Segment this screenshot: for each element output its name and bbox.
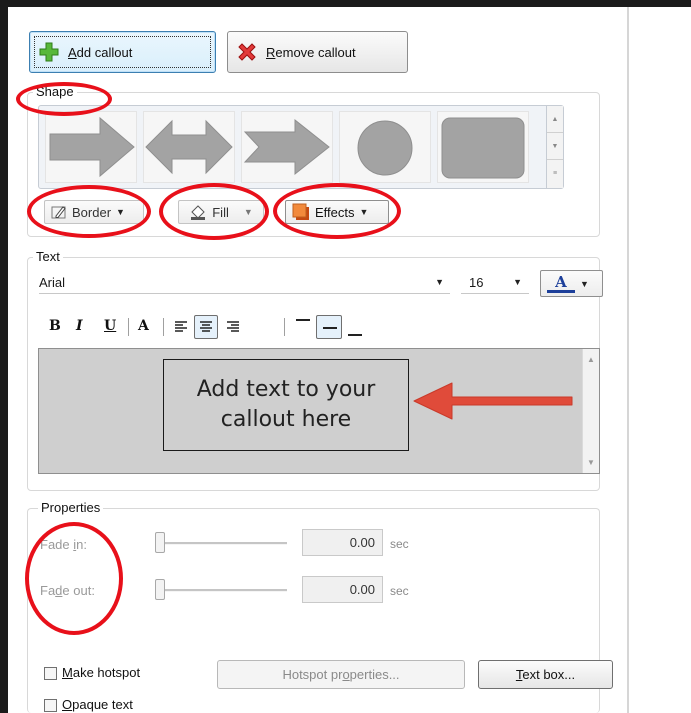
rounded-rectangle-shape-icon: [441, 117, 525, 179]
shape-tile-arrow-double[interactable]: [143, 111, 235, 183]
circle-shape-icon: [357, 120, 413, 176]
font-name-value: Arial: [39, 274, 66, 290]
border-dropdown[interactable]: Border ▼: [44, 200, 144, 224]
text-box-button[interactable]: Text box...: [478, 660, 613, 689]
opaque-text-checkbox[interactable]: [44, 699, 57, 712]
underline-button[interactable]: U: [104, 318, 116, 334]
remove-callout-label: Remove callout: [266, 44, 356, 60]
gallery-scroll-up-icon[interactable]: ▲: [547, 106, 563, 133]
arrow-right-shape-icon: [49, 116, 135, 178]
align-center-icon: [200, 321, 212, 332]
remove-callout-button[interactable]: Remove callout: [227, 31, 408, 73]
add-callout-button[interactable]: Add callout: [29, 31, 216, 73]
chevron-down-icon: ▼: [243, 207, 253, 217]
fade-out-value-input[interactable]: 0.00: [302, 576, 383, 603]
fade-in-value-input[interactable]: 0.00: [302, 529, 383, 556]
paint-bucket-icon: [191, 205, 206, 220]
window-frame-top: [0, 0, 691, 7]
bold-button[interactable]: B: [49, 318, 61, 334]
effects-dropdown[interactable]: Effects ▼: [285, 200, 389, 224]
font-color-icon: A: [547, 274, 575, 293]
hotspot-properties-label: Hotspot properties...: [282, 667, 400, 682]
fade-in-label: Fade in:: [40, 537, 87, 552]
font-name-select[interactable]: Arial ▼: [39, 271, 450, 294]
shape-group-title: Shape: [33, 84, 77, 99]
chevron-down-icon: ▼: [435, 277, 444, 287]
make-hotspot-label[interactable]: Make hotspot: [62, 665, 140, 680]
chevron-down-icon: ▼: [513, 277, 522, 287]
gallery-scrollbar[interactable]: ▲ ▼ ≡: [546, 106, 563, 188]
pencil-border-icon: [51, 206, 66, 219]
shape-gallery[interactable]: ▲ ▼ ≡: [38, 105, 564, 189]
double-arrow-shape-icon: [145, 119, 233, 175]
font-size-select[interactable]: 16 ▼: [461, 271, 529, 294]
properties-group-title: Properties: [38, 500, 104, 515]
text-box-label: Text box...: [515, 667, 576, 682]
fade-out-label: Fade out:: [40, 583, 95, 598]
chevron-down-icon: ▼: [116, 207, 125, 217]
toolbar-separator: [284, 318, 285, 336]
chevron-down-icon: ▼: [359, 207, 369, 217]
align-center-button[interactable]: [194, 315, 218, 339]
gallery-scroll-down-icon[interactable]: ▼: [547, 133, 563, 160]
x-delete-icon: [238, 43, 256, 61]
border-label: Border: [72, 204, 112, 220]
toolbar-separator: [163, 318, 164, 336]
scroll-up-icon[interactable]: ▲: [583, 355, 599, 364]
fade-out-unit: sec: [390, 584, 409, 598]
panel-right-edge: [627, 7, 629, 713]
callout-text-preview[interactable]: Add text to your callout here: [163, 359, 409, 451]
window-frame-left: [0, 0, 8, 713]
align-left-icon[interactable]: [174, 320, 188, 334]
chevron-down-icon: ▼: [580, 278, 589, 289]
fade-in-slider-track[interactable]: [165, 542, 287, 545]
annotation-arrow: [413, 382, 573, 420]
scroll-down-icon[interactable]: ▼: [583, 458, 599, 467]
fade-out-slider-thumb[interactable]: [155, 579, 165, 600]
text-color-button[interactable]: A: [138, 318, 149, 334]
shape-tile-rounded-rectangle[interactable]: [437, 111, 529, 183]
fade-in-slider-thumb[interactable]: [155, 532, 165, 553]
text-group-title: Text: [33, 249, 63, 264]
effects-label: Effects: [315, 204, 355, 220]
make-hotspot-checkbox[interactable]: [44, 667, 57, 680]
valign-middle-icon: [323, 327, 337, 329]
fade-out-slider-track[interactable]: [165, 589, 287, 592]
valign-bottom-icon[interactable]: [346, 320, 364, 338]
italic-button[interactable]: I: [76, 318, 83, 334]
plus-icon: [39, 42, 59, 62]
align-right-icon[interactable]: [226, 320, 240, 334]
effects-icon: [292, 203, 309, 220]
fade-in-unit: sec: [390, 537, 409, 551]
opaque-text-label[interactable]: Opaque text: [62, 697, 133, 712]
valign-top-icon[interactable]: [294, 318, 312, 334]
shape-tile-circle[interactable]: [339, 111, 431, 183]
text-editor-scrollbar[interactable]: ▲ ▼: [582, 349, 599, 473]
valign-middle-button[interactable]: [316, 315, 342, 339]
gallery-expand-icon[interactable]: ≡: [547, 160, 563, 187]
add-callout-label: Add callout: [68, 44, 133, 60]
chevron-arrow-shape-icon: [243, 118, 330, 176]
shape-tile-chevron-arrow[interactable]: [241, 111, 333, 183]
font-size-value: 16: [469, 274, 484, 290]
shape-tile-arrow-right[interactable]: [45, 111, 137, 183]
fill-dropdown[interactable]: Fill ▼: [178, 200, 264, 224]
font-color-dropdown[interactable]: A ▼: [540, 270, 603, 297]
hotspot-properties-button[interactable]: Hotspot properties...: [217, 660, 465, 689]
fill-label: Fill: [212, 204, 229, 220]
toolbar-separator: [128, 318, 129, 336]
